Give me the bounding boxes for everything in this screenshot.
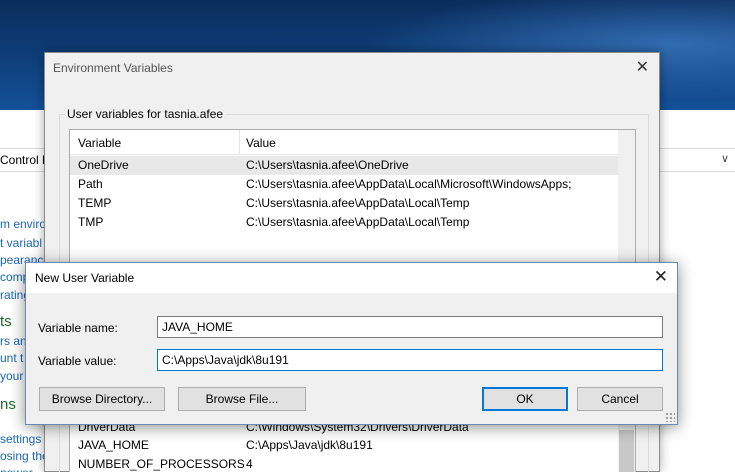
chevron-down-icon[interactable]: ∨: [721, 152, 729, 165]
close-icon[interactable]: ✕: [654, 267, 668, 287]
variable-name: Path: [78, 177, 103, 191]
variable-value-label: Variable value:: [38, 354, 117, 368]
cp-link-system-env[interactable]: m enviro: [0, 217, 46, 231]
cp-link-settings[interactable]: settings: [0, 432, 41, 446]
dialog-titlebar[interactable]: New User Variable ✕: [26, 263, 677, 293]
dialog-title: Environment Variables: [53, 61, 173, 75]
variable-value: C:\Users\tasnia.afee\AppData\Local\Temp: [246, 215, 470, 229]
cp-link-power[interactable]: nower: [0, 466, 33, 472]
scrollbar-thumb[interactable]: [619, 430, 634, 472]
cp-link-choosing[interactable]: osing the: [0, 449, 49, 463]
variable-value: C:\Apps\Java\jdk\8u191: [246, 438, 373, 452]
cp-link-edit-env[interactable]: t variabl: [0, 236, 42, 250]
resize-grip-icon[interactable]: [665, 412, 675, 422]
table-row[interactable]: JAVA_HOME C:\Apps\Java\jdk\8u191: [70, 436, 618, 455]
cp-link-account[interactable]: unt t: [0, 351, 23, 365]
table-row[interactable]: TEMP C:\Users\tasnia.afee\AppData\Local\…: [70, 194, 618, 213]
variable-name: TEMP: [78, 196, 112, 210]
variable-value: C:\Users\tasnia.afee\AppData\Local\Temp: [246, 196, 470, 210]
variable-value-input[interactable]: [157, 349, 663, 371]
variable-value: C:\Users\tasnia.afee\OneDrive: [246, 158, 409, 172]
variable-value: C:\Users\tasnia.afee\AppData\Local\Micro…: [246, 177, 572, 191]
variable-name: TMP: [78, 215, 104, 229]
column-divider[interactable]: [239, 130, 240, 155]
close-icon[interactable]: ✕: [636, 57, 649, 77]
user-variables-label: User variables for tasnia.afee: [65, 107, 226, 121]
table-row[interactable]: NUMBER_OF_PROCESSORS 4: [70, 455, 618, 472]
cp-heading-accounts: ts: [0, 313, 12, 330]
browse-directory-button[interactable]: Browse Directory...: [39, 387, 165, 411]
cp-heading-options: ns: [0, 396, 16, 413]
address-text: Control F: [0, 153, 50, 167]
variable-value: 4: [246, 457, 253, 471]
column-header-variable[interactable]: Variable: [78, 136, 121, 150]
ok-button[interactable]: OK: [482, 387, 568, 411]
variable-name-label: Variable name:: [38, 321, 118, 335]
column-header-value[interactable]: Value: [246, 136, 276, 150]
variable-name: OneDrive: [78, 158, 129, 172]
list-header: Variable Value: [70, 130, 635, 155]
variable-name: NUMBER_OF_PROCESSORS: [78, 457, 245, 471]
browse-file-button[interactable]: Browse File...: [178, 387, 306, 411]
cp-link-users[interactable]: rs an: [0, 334, 27, 348]
cancel-button[interactable]: Cancel: [577, 387, 663, 411]
cp-link-your[interactable]: your: [0, 369, 23, 383]
table-row[interactable]: TMP C:\Users\tasnia.afee\AppData\Local\T…: [70, 213, 618, 232]
table-row[interactable]: Path C:\Users\tasnia.afee\AppData\Local\…: [70, 175, 618, 194]
variable-name-input[interactable]: [157, 316, 663, 338]
table-row[interactable]: OneDrive C:\Users\tasnia.afee\OneDrive: [70, 156, 618, 175]
dialog-title: New User Variable: [35, 271, 135, 285]
variable-name: JAVA_HOME: [78, 438, 149, 452]
new-user-variable-dialog: New User Variable ✕ Variable name: Varia…: [25, 262, 678, 425]
